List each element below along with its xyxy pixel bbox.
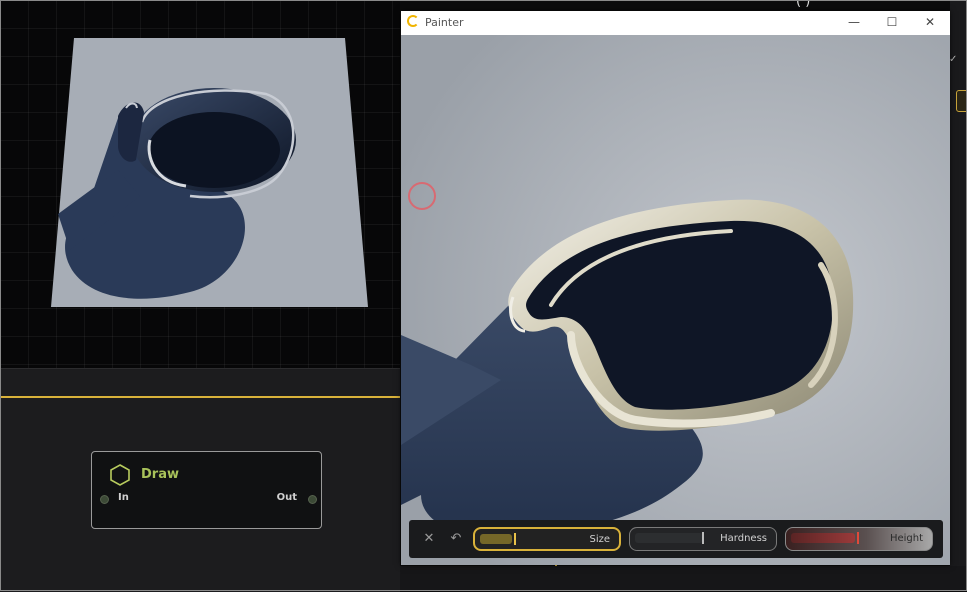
hexagon-icon — [110, 464, 130, 486]
graph-panel-lower — [400, 566, 967, 591]
hardness-slider[interactable]: Hardness — [629, 527, 777, 551]
hardness-slider-handle[interactable] — [702, 532, 704, 544]
graph-connection-line — [0, 396, 400, 398]
height-slider-label: Height — [889, 533, 923, 544]
output-port-label: Out — [276, 492, 297, 503]
height-slider-handle[interactable] — [857, 532, 859, 544]
close-icon[interactable]: ✕ — [420, 530, 438, 548]
height-slider-fill — [791, 533, 855, 543]
side-panel-badge[interactable] — [956, 90, 967, 112]
input-port[interactable] — [100, 495, 109, 504]
brush-toolbar: ✕ ↶ Size Hardness Height — [409, 520, 943, 558]
check-icon: ✓ — [949, 54, 958, 65]
size-slider[interactable]: Size — [473, 527, 621, 551]
size-slider-fill — [480, 534, 512, 544]
node-title: Draw — [141, 467, 179, 482]
brace-icon: ( ) — [796, 0, 811, 9]
undo-icon[interactable]: ↶ — [447, 530, 465, 548]
output-port[interactable] — [308, 495, 317, 504]
3d-viewport[interactable] — [0, 0, 400, 368]
painter-window: Painter — ☐ ✕ ✕ ↶ Size Hardness Height — [401, 11, 950, 565]
maximize-icon[interactable]: ☐ — [884, 14, 900, 30]
height-map-render — [401, 35, 950, 565]
size-slider-handle[interactable] — [514, 533, 516, 545]
minimize-icon[interactable]: — — [846, 14, 862, 30]
paint-canvas[interactable] — [401, 35, 950, 565]
hardness-slider-label: Hardness — [720, 533, 767, 544]
height-slider[interactable]: Height — [785, 527, 933, 551]
painter-app-icon — [407, 15, 419, 27]
size-slider-label: Size — [589, 534, 610, 545]
hardness-slider-fill — [635, 533, 703, 543]
title-bar[interactable]: Painter — ☐ ✕ — [401, 11, 950, 35]
node-draw[interactable]: Draw In Out — [91, 451, 322, 529]
window-title: Painter — [425, 16, 464, 29]
ring-inner-floor — [148, 112, 280, 188]
input-port-label: In — [118, 492, 129, 503]
scene-render — [51, 38, 368, 307]
right-side-panel — [950, 0, 967, 566]
close-icon[interactable]: ✕ — [922, 14, 938, 30]
